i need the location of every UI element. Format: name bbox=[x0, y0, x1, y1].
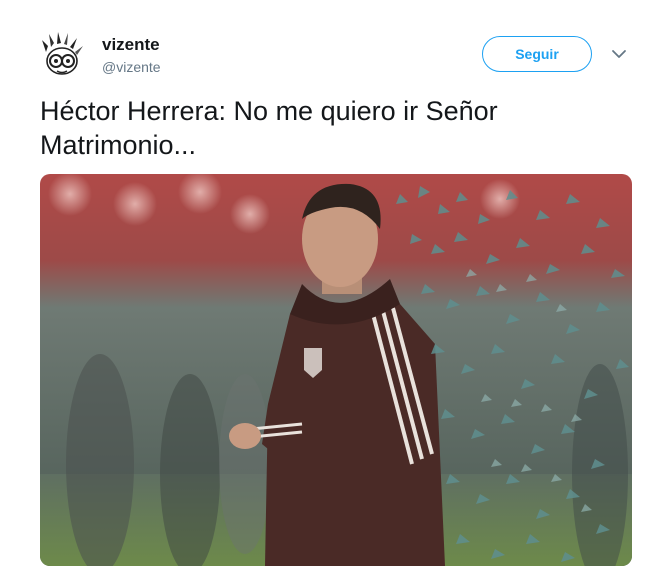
user-handle[interactable]: @vizente bbox=[102, 59, 161, 75]
tweet-card: vizente @vizente Seguir Héctor Herrera: … bbox=[0, 0, 660, 580]
follow-button[interactable]: Seguir bbox=[482, 36, 592, 72]
display-name[interactable]: vizente bbox=[102, 35, 160, 55]
avatar-icon bbox=[42, 32, 83, 75]
photo-illustration bbox=[40, 174, 632, 566]
avatar[interactable] bbox=[38, 30, 86, 78]
more-options-button[interactable] bbox=[608, 44, 630, 64]
tweet-photo[interactable] bbox=[40, 174, 632, 566]
tweet-text: Héctor Herrera: No me quiero ir Señor Ma… bbox=[40, 96, 498, 160]
chevron-down-icon bbox=[612, 50, 626, 58]
